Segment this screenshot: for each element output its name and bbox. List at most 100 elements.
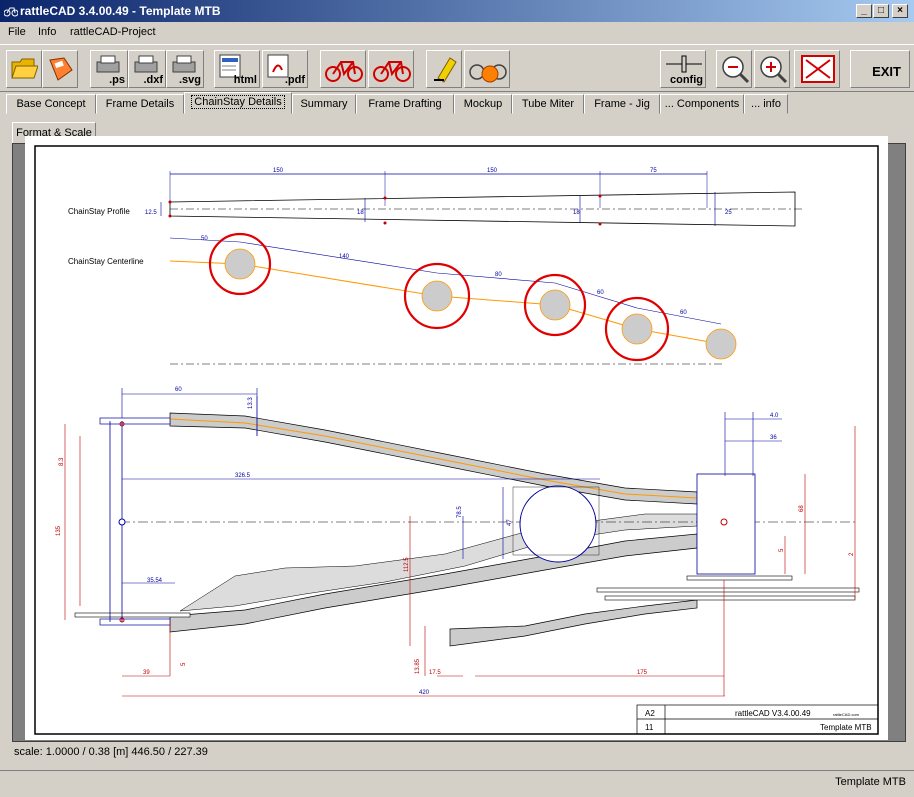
title-bar: rattleCAD 3.4.00.49 - Template MTB _ □ ×: [0, 0, 914, 22]
profile-label: ChainStay Profile: [68, 207, 130, 216]
dim-12-5: 12.5: [145, 210, 157, 216]
dim-140: 140: [339, 254, 350, 260]
dim-4: 4.0: [770, 413, 779, 419]
dim-1385: 13.85: [415, 658, 421, 674]
dropout-right: [99, 618, 171, 626]
bike-view-button[interactable]: [320, 50, 366, 88]
export-svg-button[interactable]: .svg: [166, 50, 204, 88]
dim-133: 13.3: [248, 397, 254, 409]
tab-components[interactable]: ... Components: [660, 94, 744, 114]
tab-frame-jig[interactable]: Frame - Jig: [584, 94, 660, 114]
menu-file[interactable]: File: [8, 22, 26, 42]
close-button[interactable]: ×: [892, 4, 908, 18]
axle-center: [118, 518, 126, 526]
point-marker: [598, 194, 602, 198]
folder-icon: [11, 58, 38, 79]
bike-frame-button[interactable]: [368, 50, 414, 88]
point-marker: [168, 214, 172, 218]
centerline-label: ChainStay Centerline: [68, 257, 144, 266]
point-marker: [383, 196, 387, 200]
toolbar: .ps .dxf .svg html .pdf config EXIT: [0, 44, 914, 92]
dropout-left: [99, 417, 171, 425]
export-pdf-button[interactable]: .pdf: [262, 50, 308, 88]
dim-175b: 175: [637, 670, 648, 676]
printer-icon: [96, 55, 120, 73]
minimize-button[interactable]: _: [856, 4, 872, 18]
dim-68: 68: [799, 505, 805, 512]
chainring-1: [686, 575, 793, 581]
export-ps-button[interactable]: .ps: [90, 50, 128, 88]
tab-info[interactable]: ... info: [744, 94, 788, 114]
app-icon: [4, 7, 18, 17]
point-marker: [383, 221, 387, 225]
export-dxf-button[interactable]: .dxf: [128, 50, 166, 88]
scale-readout: scale: 1.0000 / 0.38 [m] 446.50 / 227.39: [14, 746, 208, 758]
config-button[interactable]: config: [660, 50, 706, 88]
sheet-border: [34, 145, 879, 735]
pencil-icon: [434, 57, 457, 83]
zoom-out-button[interactable]: [716, 50, 752, 88]
printer-icon: [172, 55, 196, 73]
status-project-name: Template MTB: [835, 776, 906, 788]
tab-chainstay-details[interactable]: ChainStay Details: [184, 92, 292, 114]
menu-project[interactable]: rattleCAD-Project: [70, 22, 156, 42]
dim-18a: 18: [357, 210, 364, 216]
dim-60b: 60: [680, 310, 687, 316]
dim-1125: 112.5: [404, 557, 410, 572]
dim-135: 135: [56, 525, 62, 536]
dim-3265: 326.5: [235, 473, 251, 479]
tab-summary[interactable]: Summary: [292, 94, 356, 114]
title-block-app: rattleCAD V3.4.00.49: [735, 709, 811, 718]
drawing-sheet[interactable]: ChainStay Profile 150 150 75 12.5 18 18 …: [25, 136, 888, 740]
export-html-button[interactable]: html: [214, 50, 260, 88]
tab-tube-miter[interactable]: Tube Miter: [512, 94, 584, 114]
bike-reset-icon: [469, 64, 507, 83]
dim-80: 80: [495, 272, 502, 278]
point-marker: [598, 222, 602, 226]
disk-icon: [49, 57, 73, 81]
title-block-logo: rattleCAD.com: [833, 712, 860, 717]
menu-bar: File Info rattleCAD-Project: [0, 22, 914, 42]
tab-frame-drafting[interactable]: Frame Drafting: [356, 94, 454, 114]
dim-39: 39: [143, 670, 150, 676]
edit-button[interactable]: [426, 50, 462, 88]
dim-60top: 60: [175, 387, 182, 393]
dim-3554: 35.54: [147, 578, 163, 584]
maximize-button[interactable]: □: [873, 4, 889, 18]
dim-25: 25: [725, 210, 732, 216]
dim-175: 17.5: [429, 670, 441, 676]
hub-axle: [74, 612, 191, 618]
title-block-sheet: 11: [645, 723, 654, 732]
bicycle-icon: [373, 61, 411, 82]
status-bar: Template MTB: [0, 770, 914, 797]
title-block-format: A2: [645, 709, 655, 718]
dim-150b: 150: [487, 168, 498, 174]
open-button[interactable]: [6, 50, 42, 88]
printer-icon: [134, 55, 158, 73]
zoom-out-icon: [722, 56, 750, 84]
slider-icon: [666, 55, 702, 73]
point-marker: [168, 200, 172, 204]
zoom-in-icon: [760, 56, 788, 84]
fit-icon: [801, 55, 835, 83]
save-button[interactable]: [42, 50, 78, 88]
tire-clearance: [519, 485, 597, 563]
dim-60a: 60: [597, 290, 604, 296]
dim-18b: 18: [573, 210, 580, 216]
zoom-in-button[interactable]: [754, 50, 790, 88]
dim-83: 8.3: [59, 457, 65, 466]
dim-785: 78.5: [457, 506, 463, 518]
dim-150a: 150: [273, 168, 284, 174]
bb-center: [720, 518, 728, 526]
menu-info[interactable]: Info: [38, 22, 56, 42]
tab-mockup[interactable]: Mockup: [454, 94, 512, 114]
dim-47: 47: [507, 519, 513, 526]
exit-button[interactable]: EXIT: [850, 50, 910, 88]
tab-base-concept[interactable]: Base Concept: [6, 94, 96, 114]
dim-36: 36: [770, 435, 777, 441]
reset-bike-button[interactable]: [464, 50, 510, 88]
dim-75: 75: [650, 168, 657, 174]
chainring-3: [604, 595, 856, 601]
fit-to-window-button[interactable]: [794, 50, 840, 88]
tab-frame-details[interactable]: Frame Details: [96, 94, 184, 114]
